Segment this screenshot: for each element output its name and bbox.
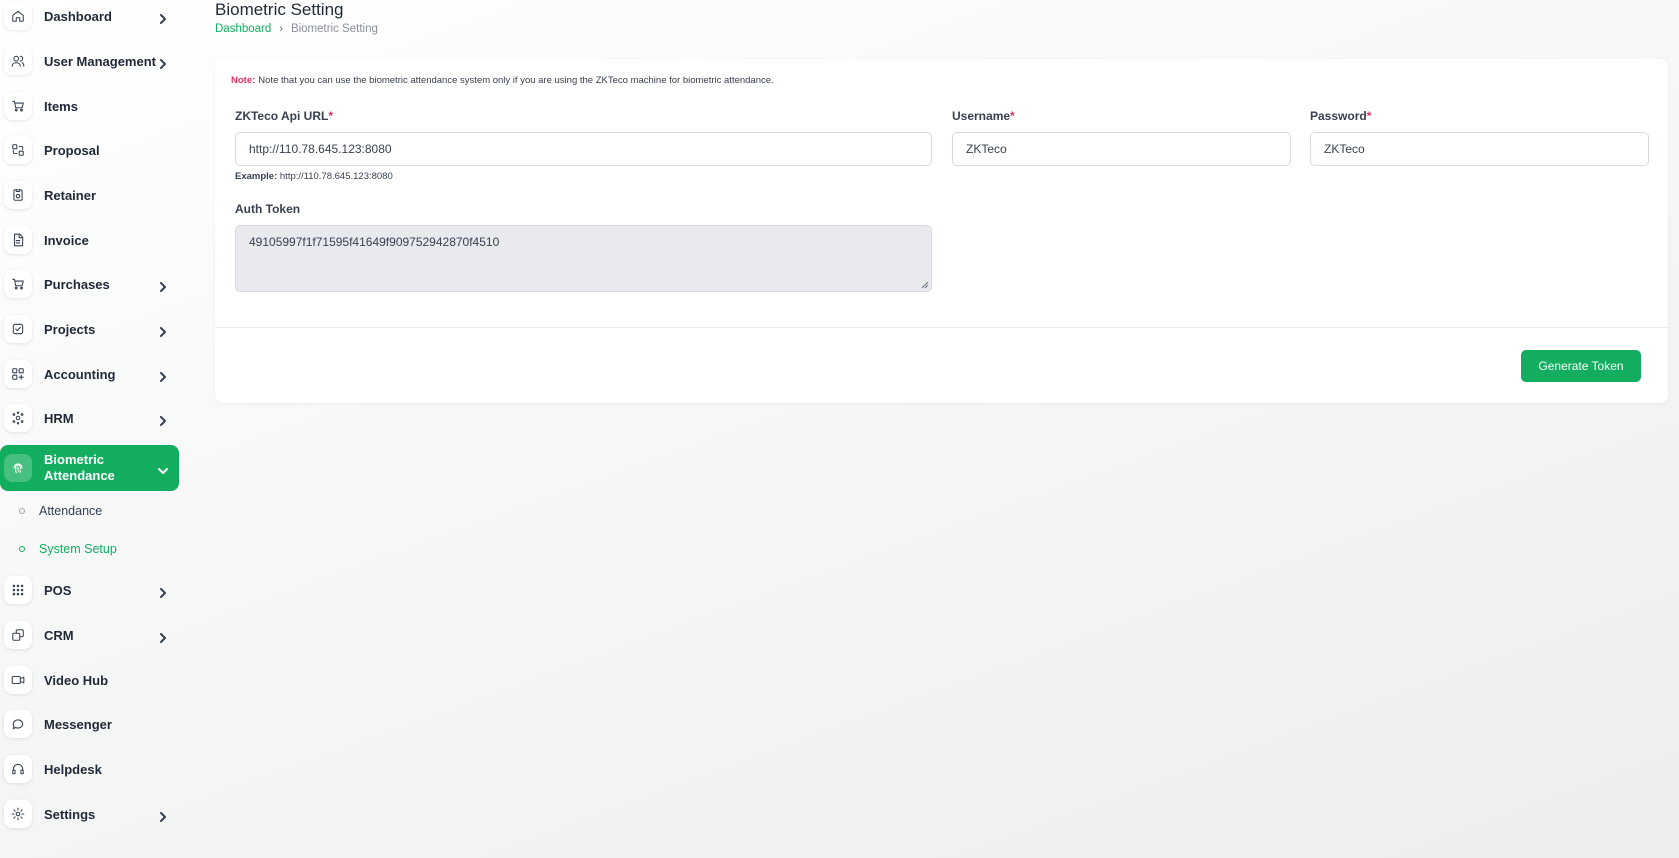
home-icon — [4, 2, 32, 30]
sidebar-item-items[interactable]: Items — [0, 86, 179, 126]
breadcrumb: Dashboard › Biometric Setting — [215, 23, 378, 35]
sidebar-item-purchases[interactable]: Purchases — [0, 264, 179, 304]
username-input[interactable]: ZKTeco — [952, 132, 1291, 166]
sidebar-item-label: Dashboard — [44, 8, 112, 24]
sidebar-item-label: HRM — [44, 410, 74, 426]
sidebar-item-crm[interactable]: CRM — [0, 615, 179, 655]
auth-token-textarea: 49105997f1f71595f41649f909752942870f4510 — [235, 225, 932, 292]
sidebar-item-label: Accounting — [44, 366, 116, 382]
chevron-right-icon — [158, 56, 168, 69]
proposal-icon — [4, 136, 32, 164]
sidebar-item-label: Invoice — [44, 232, 89, 248]
sidebar-item-label: Video Hub — [44, 672, 109, 688]
sidebar-item-label: Settings — [44, 806, 96, 822]
chevron-right-icon — [158, 809, 168, 822]
dots-grid-icon — [4, 576, 32, 604]
sidebar-item-label: Projects — [44, 321, 96, 337]
chevron-right-icon — [158, 585, 168, 598]
sidebar-item-helpdesk[interactable]: Helpdesk — [0, 749, 179, 789]
sidebar-item-label: Retainer — [44, 187, 97, 203]
sidebar-item-biometric-attendance[interactable]: Biometric Attendance — [0, 445, 179, 491]
breadcrumb-current: Biometric Setting — [290, 23, 378, 35]
chevron-right-icon — [158, 369, 168, 382]
sidebar-item-hrm[interactable]: HRM — [0, 398, 179, 438]
auth-token-value: 49105997f1f71595f41649f909752942870f4510 — [249, 235, 500, 249]
sidebar-subitem-attendance[interactable]: Attendance — [0, 496, 179, 526]
chevron-right-icon — [158, 630, 168, 643]
invoice-icon — [4, 226, 32, 254]
chevron-right-icon — [158, 413, 168, 426]
sidebar-item-messenger[interactable]: Messenger — [0, 704, 179, 744]
note-body: Note that you can use the biometric atte… — [258, 75, 774, 86]
sidebar-item-label: Purchases — [44, 276, 110, 292]
api-url-input[interactable]: http://110.78.645.123:8080 — [235, 132, 932, 166]
resize-grip-icon[interactable] — [921, 281, 929, 289]
chevron-right-icon — [158, 11, 168, 24]
sidebar-subitem-label: Attendance — [39, 504, 103, 518]
chevron-right-icon — [158, 279, 168, 292]
sidebar-item-label: POS — [44, 582, 72, 598]
biometric-settings-card: Note: Note that you can use the biometric… — [215, 59, 1668, 403]
sidebar-item-invoice[interactable]: Invoice — [0, 220, 179, 260]
username-label: Username* — [952, 109, 1015, 123]
auth-token-label: Auth Token — [235, 202, 301, 216]
sidebar-item-projects[interactable]: Projects — [0, 309, 179, 349]
sidebar-item-label: Items — [44, 98, 78, 114]
hrm-icon — [4, 404, 32, 432]
check-square-icon — [4, 315, 32, 343]
sidebar-item-label: Messenger — [44, 716, 112, 732]
sidebar-item-label: CRM — [44, 627, 74, 643]
fingerprint-icon — [4, 454, 32, 482]
sidebar-item-video-hub[interactable]: Video Hub — [0, 660, 179, 700]
users-icon — [4, 47, 32, 75]
headset-icon — [4, 755, 32, 783]
sidebar-item-dashboard[interactable]: Dashboard — [0, 0, 179, 36]
retainer-icon — [4, 181, 32, 209]
bullet-icon — [19, 508, 25, 514]
password-input[interactable]: ZKTeco — [1310, 132, 1649, 166]
sidebar-item-settings[interactable]: Settings — [0, 794, 179, 834]
api-url-example: Example: http://110.78.645.123:8080 — [235, 171, 393, 182]
password-label: Password* — [1310, 109, 1372, 123]
sidebar-item-label: Proposal — [44, 142, 100, 158]
sidebar-subitem-label: System Setup — [39, 542, 117, 556]
gear-icon — [4, 800, 32, 828]
sidebar-item-label: User Management — [44, 53, 156, 69]
note-label: Note: — [231, 75, 256, 86]
chevron-right-icon — [158, 324, 168, 337]
sidebar-subitem-system-setup[interactable]: System Setup — [0, 534, 179, 564]
layers-icon — [4, 621, 32, 649]
bullet-icon — [19, 546, 25, 552]
page-title: Biometric Setting — [215, 0, 344, 19]
sidebar-item-label: Biometric Attendance — [44, 452, 115, 483]
cart-icon — [4, 92, 32, 120]
chevron-down-icon — [158, 463, 168, 474]
cart-icon — [4, 270, 32, 298]
note-text: Note: Note that you can use the biometric… — [231, 75, 774, 86]
breadcrumb-separator: › — [279, 23, 283, 35]
sidebar-item-user-management[interactable]: User Management — [0, 41, 179, 81]
breadcrumb-home-link[interactable]: Dashboard — [215, 23, 271, 35]
api-url-label: ZKTeco Api URL* — [235, 109, 333, 123]
generate-token-button[interactable]: Generate Token — [1521, 350, 1641, 382]
card-divider — [215, 327, 1668, 328]
sidebar-item-label: Helpdesk — [44, 761, 102, 777]
grid-icon — [4, 360, 32, 388]
sidebar: Dashboard User Management Items Proposal… — [0, 0, 180, 858]
sidebar-item-pos[interactable]: POS — [0, 570, 179, 610]
sidebar-item-accounting[interactable]: Accounting — [0, 354, 179, 394]
sidebar-item-proposal[interactable]: Proposal — [0, 130, 179, 170]
chat-icon — [4, 710, 32, 738]
video-icon — [4, 666, 32, 694]
sidebar-item-retainer[interactable]: Retainer — [0, 175, 179, 215]
